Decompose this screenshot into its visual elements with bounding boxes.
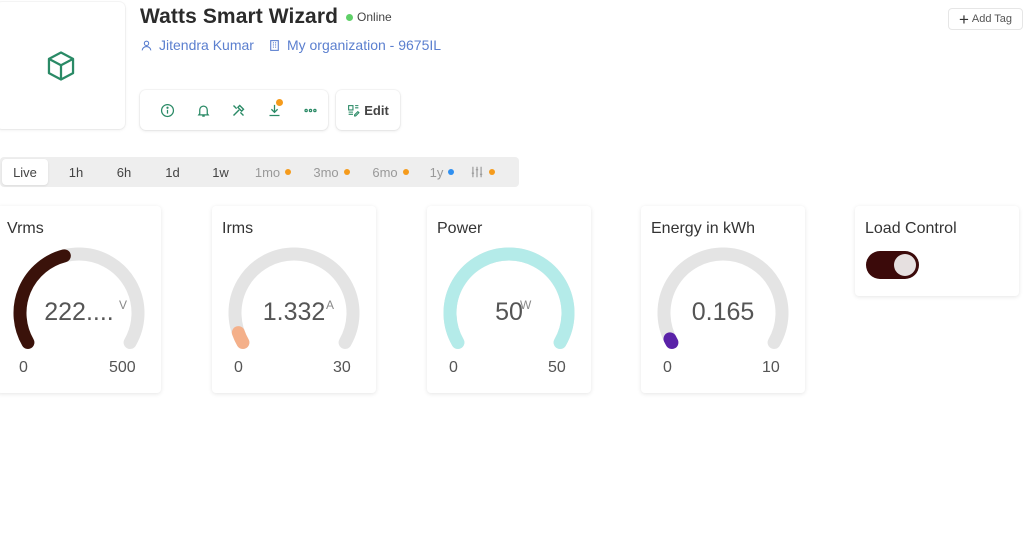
tools-button[interactable] — [221, 95, 257, 125]
cube-icon — [47, 50, 74, 81]
gauge-fill — [231, 326, 250, 349]
gauge-min: 0 — [19, 359, 28, 376]
range-1w[interactable]: 1w — [197, 159, 244, 185]
widget-title: Power — [437, 220, 483, 237]
range-label: 1y — [429, 164, 444, 180]
range-dot — [402, 169, 409, 175]
add-tag-label: Add Tag — [971, 13, 1013, 25]
device-actions — [140, 90, 328, 130]
owner-name: Jitendra Kumar — [159, 37, 254, 53]
device-meta: Jitendra Kumar My organization - 9675IL — [140, 37, 455, 53]
sliders-icon — [471, 166, 482, 178]
range-label: 6h — [116, 164, 132, 180]
gauge-value: 50 — [495, 298, 523, 326]
range-dot — [343, 169, 350, 175]
download-button[interactable] — [257, 95, 293, 125]
info-button[interactable] — [150, 95, 186, 125]
range-label: 3mo — [313, 164, 339, 180]
widget-title: Energy in kWh — [651, 220, 756, 237]
status-badge: Online — [346, 10, 392, 24]
custom-range-button[interactable] — [464, 159, 500, 185]
user-icon — [141, 40, 152, 50]
gauge-unit: V — [119, 298, 128, 312]
building-icon — [270, 39, 279, 51]
range-1h[interactable]: 1h — [52, 159, 100, 185]
gauge-value: 222.... — [44, 298, 114, 326]
organization-name: My organization - 9675IL — [286, 37, 442, 53]
range-6h[interactable]: 6h — [100, 159, 148, 185]
range-label: 1w — [212, 164, 229, 180]
gauge-value: 1.332 — [262, 298, 326, 326]
device-title: Watts Smart Wizard — [140, 5, 339, 28]
range-dot — [488, 169, 495, 175]
range-3mo[interactable]: 3mo — [302, 159, 361, 185]
widget-vrms: Vrms 222.... V 0 500 — [0, 206, 161, 393]
range-label: 1h — [68, 164, 84, 180]
widget-title: Irms — [222, 220, 254, 237]
info-icon — [161, 103, 175, 117]
tools-icon — [233, 104, 245, 116]
range-1y[interactable]: 1y — [420, 159, 464, 185]
widget-energy: Energy in kWh 0.165 0 10 — [641, 206, 805, 393]
owner-link[interactable]: Jitendra Kumar — [140, 37, 254, 53]
gauge-value: 0.165 — [691, 298, 755, 326]
gauge-min: 0 — [449, 359, 458, 376]
gauge-max: 10 — [762, 359, 780, 376]
device-header: Watts Smart Wizard Online — [140, 5, 392, 29]
edit-label: Edit — [364, 102, 389, 118]
load-toggle[interactable] — [866, 251, 919, 279]
gauge-unit: W — [520, 298, 532, 312]
toggle-knob — [894, 254, 916, 276]
widget-load-control: Load Control — [855, 206, 1019, 296]
bell-icon — [197, 105, 210, 117]
widget-irms: Irms 1.332 A 0 30 — [212, 206, 376, 393]
range-dot — [285, 169, 292, 175]
widget-power: Power 50 W 0 50 — [427, 206, 591, 393]
range-label: Live — [13, 164, 37, 180]
status-dot — [346, 13, 354, 21]
widget-title: Vrms — [7, 220, 44, 237]
organization-link[interactable]: My organization - 9675IL — [268, 37, 441, 53]
notifications-button[interactable] — [186, 95, 222, 125]
gauge-max: 30 — [333, 359, 351, 376]
range-1d[interactable]: 1d — [148, 159, 197, 185]
gauge-min: 0 — [234, 359, 243, 376]
gauge-fill — [663, 332, 679, 349]
gauge-max: 50 — [548, 359, 566, 376]
edit-dashboard-icon — [348, 104, 360, 116]
device-thumbnail — [0, 2, 125, 129]
gauge-max: 500 — [109, 359, 136, 376]
more-button[interactable] — [292, 95, 328, 125]
range-label: 1d — [165, 164, 180, 180]
status-label: Online — [357, 10, 392, 24]
plus-icon: + — [958, 9, 969, 29]
more-icon — [304, 108, 317, 112]
gauge-min: 0 — [663, 359, 672, 376]
range-label: 1mo — [254, 164, 281, 180]
range-live[interactable]: Live — [2, 159, 48, 185]
time-range-bar: Live 1h 6h 1d 1w 1mo 3mo 6mo 1y — [0, 157, 519, 187]
add-tag-button[interactable]: + Add Tag — [948, 8, 1023, 30]
range-6mo[interactable]: 6mo — [361, 159, 420, 185]
gauge-unit: A — [326, 298, 335, 312]
widget-title: Load Control — [865, 220, 957, 237]
download-notification-dot — [276, 99, 284, 106]
edit-button[interactable]: Edit — [336, 90, 400, 130]
range-dot — [448, 169, 455, 175]
range-label: 6mo — [372, 164, 398, 180]
range-1mo[interactable]: 1mo — [244, 159, 302, 185]
